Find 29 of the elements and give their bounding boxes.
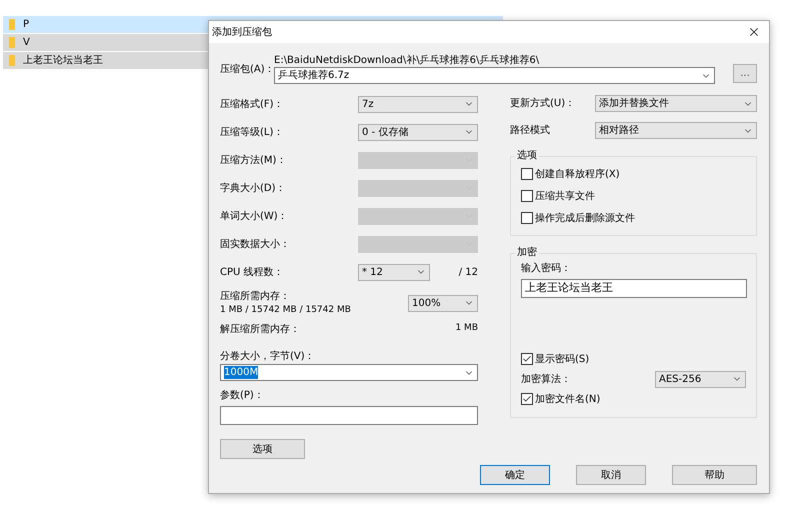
field-label: 参数(P)：: [220, 389, 265, 403]
field-label: 压缩包(A)：: [220, 62, 274, 77]
file-name: V: [23, 36, 30, 50]
field-label: 单词大小(W)：: [220, 210, 288, 224]
field-label: 更新方式(U)：: [510, 96, 576, 111]
memory-detail: 1 MB / 15742 MB / 15742 MB: [220, 304, 351, 317]
field-label: 字典大小(D)：: [220, 182, 286, 196]
field-label: 加密算法：: [521, 372, 571, 386]
field-label: 分卷大小，字节(V)：: [220, 350, 316, 364]
checkbox-label: 压缩共享文件: [535, 190, 595, 204]
field-label: 压缩格式(F)：: [220, 98, 284, 112]
archive-path: E:\BaiduNetdiskDownload\补\乒乓球推荐6\乒乓球推荐6\: [274, 55, 540, 67]
checkbox-label: 操作完成后删除源文件: [535, 212, 635, 226]
file-name: 上老王论坛当老王: [23, 54, 103, 68]
checkbox-label: 显示密码(S): [535, 352, 590, 366]
thread-max: / 12: [458, 266, 478, 280]
field-label: 输入密码：: [521, 262, 572, 276]
checkbox-label: 创建自释放程序(X): [535, 168, 620, 182]
field-label: 压缩所需内存：: [220, 290, 291, 304]
field-label: 固实数据大小：: [220, 238, 290, 252]
file-name: P: [23, 18, 30, 32]
memory-value: 1 MB: [455, 322, 478, 336]
field-label: 压缩方法(M)：: [220, 154, 286, 168]
field-label: 压缩等级(L)：: [220, 126, 284, 140]
checkbox-label: 加密文件名(N): [535, 392, 600, 406]
field-label: CPU 线程数：: [220, 266, 285, 280]
window-title: 添加到压缩包: [212, 26, 272, 40]
field-label: 路径模式: [510, 124, 550, 138]
field-label: 解压缩所需内存：: [220, 322, 300, 336]
